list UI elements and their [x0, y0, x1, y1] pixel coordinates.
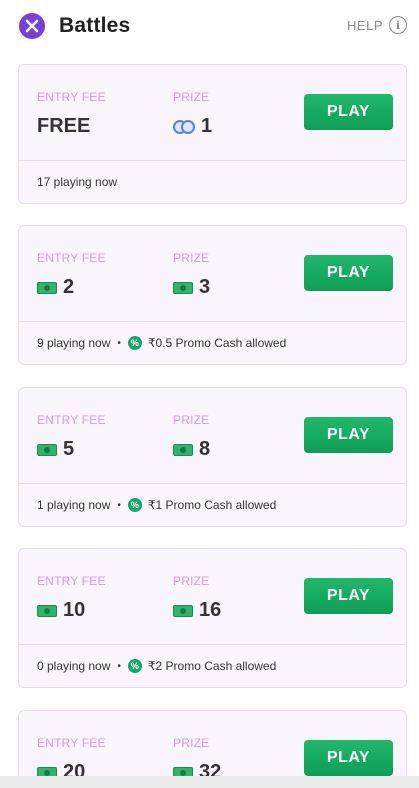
entry-fee-value: 2 — [37, 276, 74, 299]
cash-icon — [173, 604, 193, 617]
play-button[interactable]: PLAY — [304, 417, 393, 453]
playing-count: 17 playing now — [37, 175, 118, 189]
prize-value: 16 — [173, 599, 221, 622]
card-footer: 0 playing now • % ₹2 Promo Cash allowed — [19, 645, 406, 687]
playing-count: 9 playing now — [37, 336, 111, 350]
page-title: Battles — [59, 14, 131, 37]
prize-amount: 1 — [201, 115, 213, 137]
entry-fee-amount: 5 — [63, 438, 75, 460]
entry-fee-value: 10 — [37, 599, 85, 622]
help-label: HELP — [347, 17, 383, 33]
promo-percent-icon: % — [127, 336, 142, 350]
play-button[interactable]: PLAY — [304, 740, 393, 776]
cash-icon — [173, 281, 193, 294]
prize-label: PRIZE — [173, 574, 210, 588]
entry-fee-label: ENTRY FEE — [37, 736, 106, 750]
header: Battles HELP i — [0, 0, 419, 52]
card-footer: 1 playing now • % ₹1 Promo Cash allowed — [19, 484, 406, 526]
separator-dot: • — [117, 660, 121, 672]
battle-card: ENTRY FEE 5 PRIZE 8 PLAY 1 playing now •… — [18, 387, 407, 527]
entry-fee-value: 5 — [37, 438, 74, 461]
entry-fee-label: ENTRY FEE — [37, 574, 106, 588]
card-footer: 17 playing now — [19, 161, 406, 203]
prize-amount: 3 — [199, 276, 211, 298]
promo-percent-icon: % — [127, 498, 142, 512]
promo-cash-text: ₹2 Promo Cash allowed — [147, 659, 277, 673]
cash-icon — [173, 443, 193, 456]
cash-icon — [37, 443, 57, 456]
entry-fee-label: ENTRY FEE — [37, 90, 106, 104]
coin-icon — [173, 119, 195, 134]
entry-fee-amount: FREE — [37, 115, 91, 137]
prize-label: PRIZE — [173, 413, 210, 427]
info-icon: i — [389, 16, 407, 34]
cash-icon — [37, 766, 57, 776]
playing-count: 1 playing now — [37, 498, 111, 512]
entry-fee-amount: 2 — [63, 276, 75, 298]
prize-amount: 32 — [199, 761, 222, 776]
cash-icon — [37, 604, 57, 617]
battle-card: ENTRY FEE 10 PRIZE 16 PLAY 0 playing now… — [18, 548, 407, 688]
separator-dot: • — [117, 499, 121, 511]
entry-fee-amount: 20 — [63, 761, 86, 776]
entry-fee-label: ENTRY FEE — [37, 251, 106, 265]
battle-card: ENTRY FEE 2 PRIZE 3 PLAY 9 playing now •… — [18, 225, 407, 365]
prize-amount: 16 — [199, 599, 222, 621]
prize-amount: 8 — [199, 438, 211, 460]
prize-value: 8 — [173, 438, 210, 461]
entry-fee-amount: 10 — [63, 599, 86, 621]
promo-cash-text: ₹0.5 Promo Cash allowed — [147, 336, 287, 350]
prize-label: PRIZE — [173, 90, 210, 104]
prize-label: PRIZE — [173, 251, 210, 265]
card-footer: 9 playing now • % ₹0.5 Promo Cash allowe… — [19, 322, 406, 364]
battle-card: ENTRY FEE FREE PRIZE 1 PLAY 17 playing n… — [18, 64, 407, 204]
prize-value: 1 — [173, 115, 212, 138]
battles-logo-icon — [19, 13, 45, 39]
play-button[interactable]: PLAY — [304, 94, 393, 130]
help-button[interactable]: HELP i — [347, 16, 407, 34]
play-button[interactable]: PLAY — [304, 255, 393, 291]
prize-value: 3 — [173, 276, 210, 299]
separator-dot: • — [117, 337, 121, 349]
playing-count: 0 playing now — [37, 659, 111, 673]
play-button[interactable]: PLAY — [304, 578, 393, 614]
entry-fee-value: FREE — [37, 115, 90, 138]
cash-icon — [37, 281, 57, 294]
promo-percent-icon: % — [127, 659, 142, 673]
entry-fee-label: ENTRY FEE — [37, 413, 106, 427]
bottom-bar — [0, 776, 419, 788]
battle-card: ENTRY FEE 20 PRIZE 32 PLAY — [18, 710, 407, 776]
prize-label: PRIZE — [173, 736, 210, 750]
entry-fee-value: 20 — [37, 761, 85, 776]
promo-cash-text: ₹1 Promo Cash allowed — [147, 498, 277, 512]
cash-icon — [173, 766, 193, 776]
prize-value: 32 — [173, 761, 221, 776]
